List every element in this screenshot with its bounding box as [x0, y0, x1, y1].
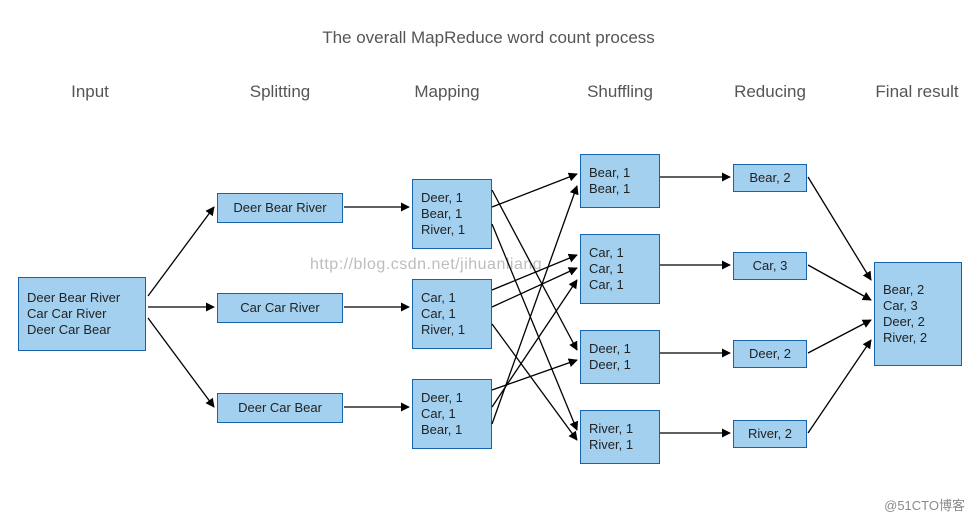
split-text-2: Car Car River — [240, 300, 319, 316]
map1-a: Deer, 1 — [421, 190, 483, 206]
reduce-river: River, 2 — [748, 426, 792, 442]
input-box: Deer Bear River Car Car River Deer Car B… — [18, 277, 146, 351]
reduce-deer: Deer, 2 — [749, 346, 791, 362]
reduce-car: Car, 3 — [753, 258, 788, 274]
watermark-text: http://blog.csdn.net/jihuanliang — [310, 256, 542, 274]
split-text-1: Deer Bear River — [233, 200, 326, 216]
reduce-box-river: River, 2 — [733, 420, 807, 448]
col-header-input: Input — [50, 82, 130, 102]
shuffle-bear-b: Bear, 1 — [589, 181, 651, 197]
split-box-2: Car Car River — [217, 293, 343, 323]
col-header-splitting: Splitting — [230, 82, 330, 102]
final-b: Car, 3 — [883, 298, 953, 314]
shuffle-river-a: River, 1 — [589, 421, 651, 437]
reduce-bear: Bear, 2 — [749, 170, 790, 186]
map2-a: Car, 1 — [421, 290, 483, 306]
shuffle-box-bear: Bear, 1 Bear, 1 — [580, 154, 660, 208]
split-box-3: Deer Car Bear — [217, 393, 343, 423]
input-line-1: Deer Bear River — [27, 290, 137, 306]
map1-c: River, 1 — [421, 222, 483, 238]
map3-c: Bear, 1 — [421, 422, 483, 438]
map-box-2: Car, 1 Car, 1 River, 1 — [412, 279, 492, 349]
shuffle-car-c: Car, 1 — [589, 277, 651, 293]
col-header-shuffling: Shuffling — [570, 82, 670, 102]
map1-b: Bear, 1 — [421, 206, 483, 222]
final-a: Bear, 2 — [883, 282, 953, 298]
final-d: River, 2 — [883, 330, 953, 346]
input-line-3: Deer Car Bear — [27, 322, 137, 338]
shuffle-car-b: Car, 1 — [589, 261, 651, 277]
reduce-box-car: Car, 3 — [733, 252, 807, 280]
shuffle-box-river: River, 1 River, 1 — [580, 410, 660, 464]
shuffle-box-deer: Deer, 1 Deer, 1 — [580, 330, 660, 384]
split-text-3: Deer Car Bear — [238, 400, 322, 416]
shuffle-deer-b: Deer, 1 — [589, 357, 651, 373]
final-result-box: Bear, 2 Car, 3 Deer, 2 River, 2 — [874, 262, 962, 366]
map-box-1: Deer, 1 Bear, 1 River, 1 — [412, 179, 492, 249]
credit-text: @51CTO博客 — [884, 495, 965, 514]
col-header-reducing: Reducing — [720, 82, 820, 102]
map2-b: Car, 1 — [421, 306, 483, 322]
shuffle-deer-a: Deer, 1 — [589, 341, 651, 357]
map3-a: Deer, 1 — [421, 390, 483, 406]
shuffle-box-car: Car, 1 Car, 1 Car, 1 — [580, 234, 660, 304]
map3-b: Car, 1 — [421, 406, 483, 422]
map2-c: River, 1 — [421, 322, 483, 338]
map-box-3: Deer, 1 Car, 1 Bear, 1 — [412, 379, 492, 449]
col-header-final: Final result — [862, 82, 972, 102]
diagram-title: The overall MapReduce word count process — [0, 28, 977, 48]
col-header-mapping: Mapping — [402, 82, 492, 102]
input-line-2: Car Car River — [27, 306, 137, 322]
split-box-1: Deer Bear River — [217, 193, 343, 223]
final-c: Deer, 2 — [883, 314, 953, 330]
shuffle-river-b: River, 1 — [589, 437, 651, 453]
reduce-box-bear: Bear, 2 — [733, 164, 807, 192]
reduce-box-deer: Deer, 2 — [733, 340, 807, 368]
shuffle-car-a: Car, 1 — [589, 245, 651, 261]
shuffle-bear-a: Bear, 1 — [589, 165, 651, 181]
